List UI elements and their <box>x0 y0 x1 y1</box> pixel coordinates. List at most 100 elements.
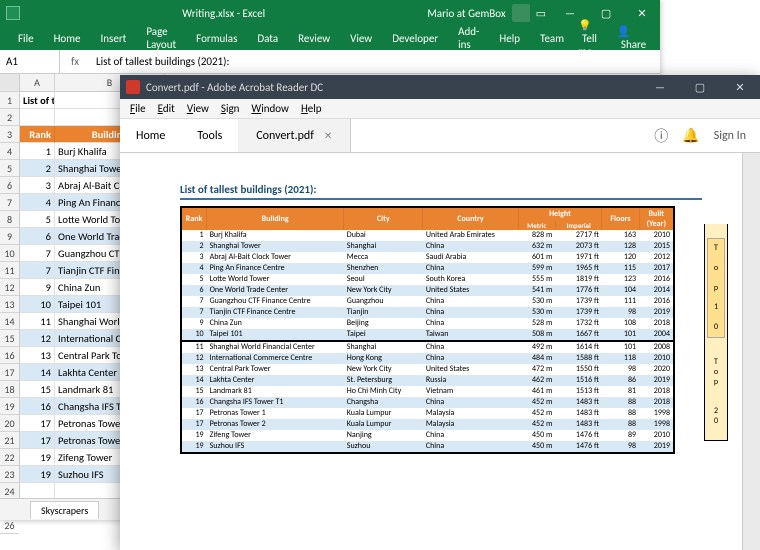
row-header[interactable]: 2 <box>0 109 19 126</box>
cell[interactable]: 3 <box>20 177 55 194</box>
ribbon-options-icon[interactable]: ▭ <box>536 7 546 20</box>
bell-icon[interactable]: 🔔 <box>682 127 699 144</box>
acrobat-title: Convert.pdf - Adobe Acrobat Reader DC <box>146 81 323 94</box>
menu-file[interactable]: File <box>124 102 152 115</box>
row-header[interactable]: 14 <box>0 313 19 330</box>
user-avatar-icon[interactable] <box>512 4 530 22</box>
cell[interactable]: 1 <box>20 143 55 160</box>
cell[interactable]: 7 <box>20 262 55 279</box>
cell[interactable]: 10 <box>20 296 55 313</box>
row-header[interactable]: 10 <box>0 245 19 262</box>
row-header[interactable]: 15 <box>0 330 19 347</box>
cell[interactable]: 11 <box>20 313 55 330</box>
cell[interactable]: 5 <box>20 211 55 228</box>
row-header[interactable]: 7 <box>0 194 19 211</box>
menu-edit[interactable]: Edit <box>152 102 181 115</box>
cell[interactable]: 17 <box>20 432 55 449</box>
th-country: Country <box>423 207 518 230</box>
row-header[interactable]: 18 <box>0 381 19 398</box>
fx-icon[interactable]: fx <box>60 55 90 68</box>
row-header[interactable]: 6 <box>0 177 19 194</box>
cell[interactable]: 9 <box>20 279 55 296</box>
excel-title: Writing.xlsx - Excel <box>182 7 265 20</box>
tab-file[interactable]: File <box>8 32 44 45</box>
th-height: Height <box>518 207 602 221</box>
row-header[interactable]: 17 <box>0 364 19 381</box>
row-header[interactable]: 11 <box>0 262 19 279</box>
menu-help[interactable]: Help <box>295 102 328 115</box>
row-header[interactable]: 3 <box>0 126 19 143</box>
tab-help[interactable]: Help <box>489 32 530 45</box>
row-header[interactable]: 20 <box>0 415 19 432</box>
cell[interactable]: 12 <box>20 330 55 347</box>
row-header[interactable]: 23 <box>0 466 19 483</box>
row-header[interactable]: 9 <box>0 228 19 245</box>
sheet-tab[interactable]: Skyscrapers <box>30 501 99 519</box>
cell[interactable]: 2 <box>20 160 55 177</box>
menu-sign[interactable]: Sign <box>215 102 246 115</box>
pdf-page[interactable]: List of tallest buildings (2021): Rank B… <box>120 153 742 550</box>
cell[interactable]: 19 <box>20 449 55 466</box>
cell[interactable]: 15 <box>20 381 55 398</box>
table-row: 1Burj KhalifaDubaiUnited Arab Emirates 8… <box>181 230 674 241</box>
menu-window[interactable]: Window <box>245 102 295 115</box>
side-char: o <box>705 367 727 377</box>
cell[interactable]: 19 <box>20 466 55 483</box>
acrobat-titlebar: Convert.pdf - Adobe Acrobat Reader DC — … <box>120 75 760 99</box>
cell[interactable]: 7 <box>20 245 55 262</box>
cell[interactable]: 4 <box>20 194 55 211</box>
row-header[interactable]: 12 <box>0 279 19 296</box>
select-all-triangle[interactable] <box>0 74 19 92</box>
row-header[interactable]: 5 <box>0 160 19 177</box>
row-header[interactable]: 8 <box>0 211 19 228</box>
tools-button[interactable]: Tools <box>181 119 238 152</box>
tab-review[interactable]: Review <box>288 32 340 45</box>
tab-data[interactable]: Data <box>247 32 288 45</box>
tab-team[interactable]: Team <box>530 32 574 45</box>
close-button[interactable]: ✕ <box>720 75 760 99</box>
acrobat-app-icon <box>126 80 140 94</box>
cell[interactable]: 14 <box>20 364 55 381</box>
cell[interactable]: 13 <box>20 347 55 364</box>
side-char: T <box>708 243 724 253</box>
cell[interactable]: 6 <box>20 228 55 245</box>
row-header[interactable]: 16 <box>0 347 19 364</box>
tab-view[interactable]: View <box>340 32 382 45</box>
formula-bar[interactable]: List of tallest buildings (2021): <box>90 55 660 68</box>
row-header[interactable]: 21 <box>0 432 19 449</box>
row-header[interactable]: 22 <box>0 449 19 466</box>
tab-insert[interactable]: Insert <box>91 32 137 45</box>
col-header-a[interactable]: A <box>20 74 55 91</box>
tab-page-layout[interactable]: Page Layout <box>136 25 186 51</box>
th-built: Built (Year) <box>639 207 674 230</box>
excel-ribbon-tabs: File Home Insert Page Layout Formulas Da… <box>0 26 660 50</box>
maximize-button[interactable]: ▢ <box>680 75 720 99</box>
help-icon[interactable]: ⓘ <box>654 126 668 146</box>
cell[interactable]: 16 <box>20 398 55 415</box>
row-header[interactable]: 13 <box>0 296 19 313</box>
menu-view[interactable]: View <box>181 102 215 115</box>
row-header[interactable]: 19 <box>0 398 19 415</box>
minimize-button[interactable]: — <box>640 75 680 99</box>
table-row: 15Landmark 81Ho Chi Minh CityVietnam 461… <box>181 386 674 397</box>
close-tab-icon[interactable]: ✕ <box>324 129 332 142</box>
tools-pane-collapsed[interactable] <box>742 153 760 550</box>
tab-home[interactable]: Home <box>44 32 91 45</box>
sign-in-button[interactable]: Sign In <box>714 129 746 143</box>
document-tab[interactable]: Convert.pdf ✕ <box>238 119 351 152</box>
tab-formulas[interactable]: Formulas <box>186 32 247 45</box>
excel-titlebar: Writing.xlsx - Excel Mario at GemBox ▭ —… <box>0 0 660 26</box>
share-button[interactable]: 👤 Share <box>613 25 654 51</box>
cell[interactable]: List of tallest buildings (2021): <box>20 92 55 109</box>
cell[interactable]: Rank <box>20 126 55 143</box>
acrobat-window: Convert.pdf - Adobe Acrobat Reader DC — … <box>120 75 760 550</box>
tell-me-button[interactable]: 💡 Tell me <box>574 19 601 58</box>
tab-developer[interactable]: Developer <box>382 32 448 45</box>
name-box[interactable]: A1 <box>0 50 60 73</box>
acrobat-body: List of tallest buildings (2021): Rank B… <box>120 153 760 550</box>
row-header[interactable]: 4 <box>0 143 19 160</box>
tab-addins[interactable]: Add-ins <box>448 25 489 51</box>
cell[interactable]: 17 <box>20 415 55 432</box>
row-header[interactable]: 1 <box>0 92 19 109</box>
home-button[interactable]: Home <box>120 119 181 152</box>
